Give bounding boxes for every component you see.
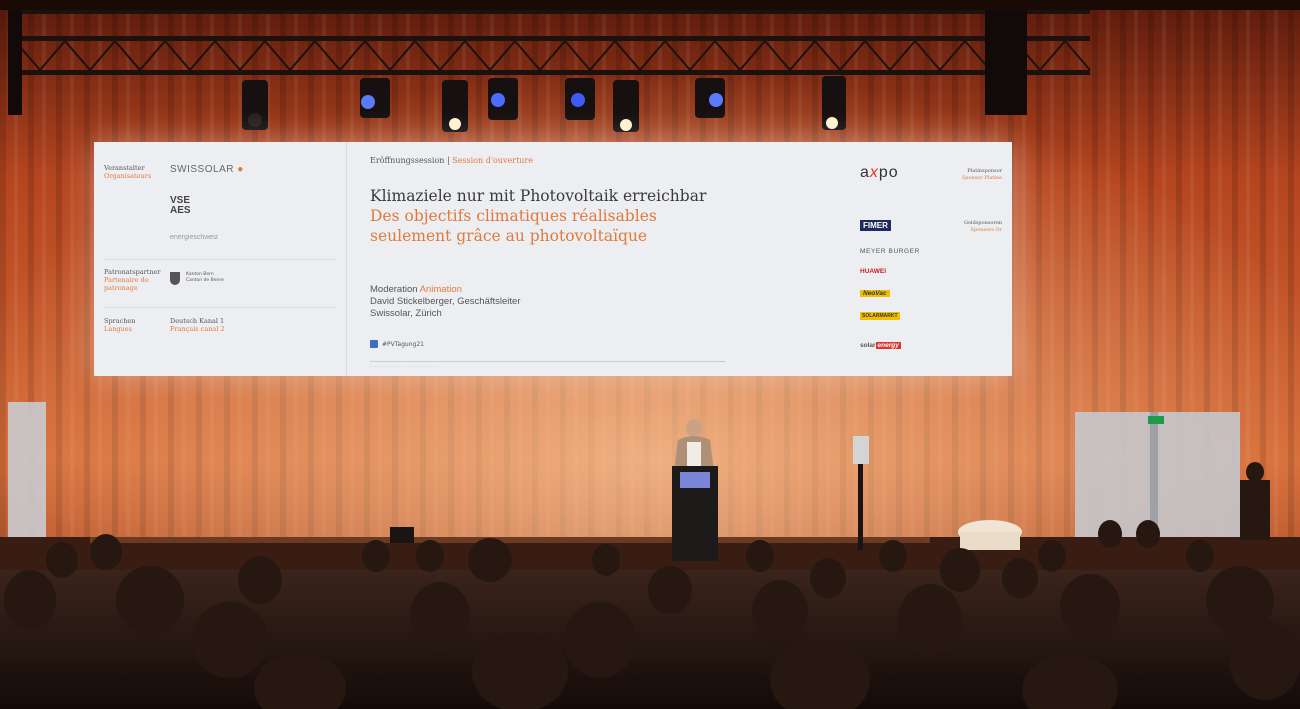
organizers-panel: Veranstalter Organisateurs SWISSOLAR ● V… — [94, 142, 347, 376]
energieschweiz-logo: energieschweiz — [170, 234, 219, 241]
speaker-name: David Stickelberger, Geschäftsleiter — [370, 296, 521, 307]
channels-block: Deutsch Kanal 1 Français canal 2 — [170, 317, 225, 333]
divider — [370, 361, 725, 362]
session-title: Eröffnungssession | Session d'ouverture — [370, 156, 534, 165]
patron-label-block: Patronatspartner Partenaire de patronage — [104, 268, 166, 292]
axpo-logo: axpo — [860, 164, 899, 181]
organizer-label-block: Veranstalter Organisateurs — [104, 164, 151, 180]
session-panel: Eröffnungssession | Session d'ouverture … — [360, 142, 730, 376]
platinum-sponsor-label: Platinsponsor Sponsor Platine — [961, 168, 1002, 181]
divider — [104, 259, 336, 260]
languages-label-block: Sprachen Langues — [104, 317, 135, 333]
left-side-panel — [8, 402, 46, 550]
speaker-location: Swissolar, Zürich — [370, 308, 442, 319]
gold-sponsor-label: Goldsponsoren Sponsors Or — [964, 220, 1002, 233]
exit-sign — [1148, 416, 1164, 424]
languages-label: Sprachen — [104, 317, 136, 325]
bern-crest-icon — [170, 272, 180, 285]
huawei-logo: HUAWEI — [860, 268, 886, 275]
organizer-label: Veranstalter — [104, 164, 145, 172]
speaker-info: Moderation Animation David Stickelberger… — [370, 284, 521, 319]
patron-label-fr: Partenaire de patronage — [104, 276, 149, 292]
meyer-burger-logo: MEYER BURGER — [860, 248, 920, 255]
twitter-icon — [370, 340, 378, 348]
solar-sponsor-logo: solar energy — [860, 342, 901, 349]
footer-line: · · · · · · · · · · · · · · · · · · · · … — [370, 365, 438, 369]
organizer-label-fr: Organisateurs — [104, 172, 152, 180]
talk-title-fr: Des objectifs climatiques réalisables se… — [370, 207, 657, 245]
patron-label: Patronatspartner — [104, 268, 161, 276]
conference-scene: Veranstalter Organisateurs SWISSOLAR ● V… — [0, 0, 1300, 709]
channel-de: Deutsch Kanal 1 — [170, 317, 225, 325]
channel-fr: Français canal 2 — [170, 325, 225, 333]
bern-text: Kanton Bern Canton de Berne — [186, 272, 224, 283]
talk-title-de: Klimaziele nur mit Photovoltaik erreichb… — [370, 187, 707, 205]
neovac-logo: NeoVac — [860, 290, 890, 297]
divider — [104, 307, 336, 308]
vse-logo: VSE AES — [170, 195, 191, 216]
hashtag: #PVTagung21 — [370, 340, 424, 348]
projection-screen: Veranstalter Organisateurs SWISSOLAR ● V… — [94, 142, 1012, 376]
sponsors-panel: axpo Platinsponsor Sponsor Platine Golds… — [850, 142, 1012, 376]
fimer-logo: FIMER — [860, 220, 891, 231]
solarmarkt-logo: SOLARMARKT — [860, 312, 900, 320]
languages-label-fr: Langues — [104, 325, 132, 333]
talk-title: Klimaziele nur mit Photovoltaik erreichb… — [370, 186, 730, 246]
swissolar-logo: SWISSOLAR ● — [170, 164, 244, 175]
